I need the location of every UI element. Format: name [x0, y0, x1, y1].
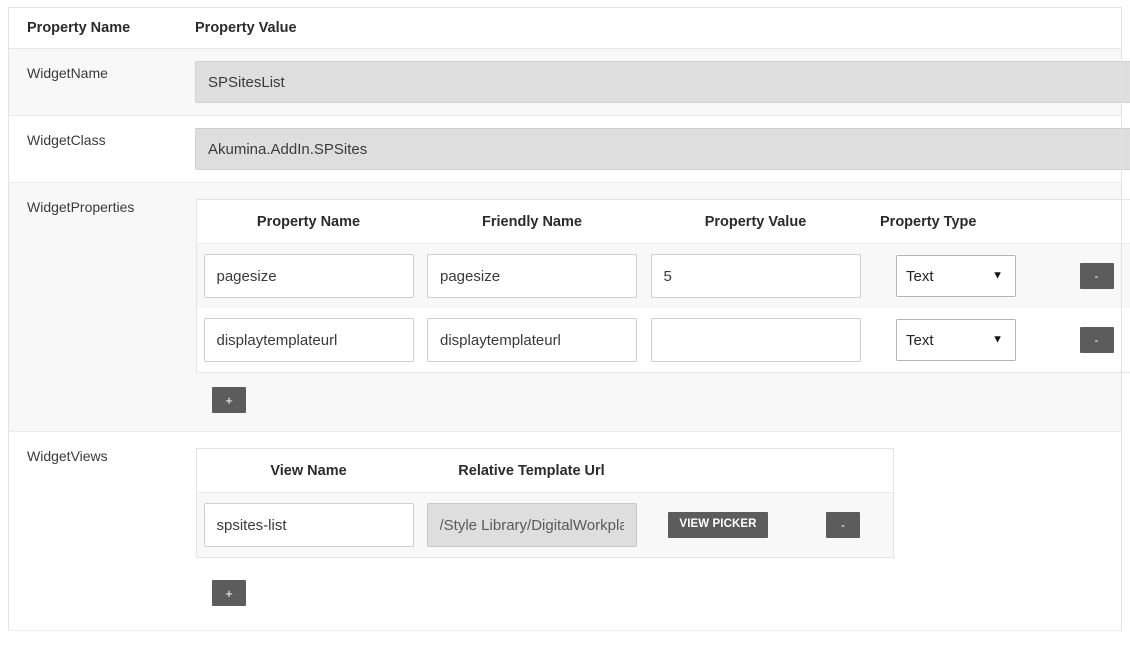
cell-prop-value	[644, 244, 867, 309]
label-widget-class: WidgetClass	[9, 116, 191, 183]
table-row: Text ▼ -	[197, 244, 1130, 309]
cell-prop-actions: -	[1045, 308, 1130, 373]
prop-name-input-1[interactable]	[204, 318, 414, 362]
prop-name-input-0[interactable]	[204, 254, 414, 298]
add-property-button[interactable]: +	[212, 387, 246, 413]
cell-prop-type: Text ▼	[867, 308, 1045, 373]
widget-name-input[interactable]	[195, 61, 1130, 103]
table-row: VIEW PICKER -	[197, 493, 894, 558]
cell-widget-properties-grid: Property Name Friendly Name Property Val…	[190, 183, 1122, 432]
add-property-row: +	[196, 373, 1121, 431]
outer-header-row: Property Name Property Value	[9, 8, 1122, 49]
view-picker-button-0[interactable]: VIEW PICKER	[668, 512, 767, 538]
header-prop-name: Property Name	[197, 200, 421, 244]
widget-properties-wrap: Property Name Friendly Name Property Val…	[190, 183, 1121, 431]
widget-properties-header-row: Property Name Friendly Name Property Val…	[197, 200, 1130, 244]
remove-property-button-1[interactable]: -	[1080, 327, 1114, 353]
remove-view-button-0[interactable]: -	[826, 512, 860, 538]
cell-view-actions: -	[793, 493, 894, 558]
header-view-name: View Name	[197, 449, 421, 493]
cell-prop-name	[197, 244, 421, 309]
friendly-name-input-1[interactable]	[427, 318, 637, 362]
view-name-input-0[interactable]	[204, 503, 414, 547]
add-view-row: +	[196, 558, 1121, 630]
cell-prop-value	[644, 308, 867, 373]
label-widget-properties: WidgetProperties	[9, 183, 191, 432]
cell-widget-class-value	[190, 116, 1122, 183]
widget-views-header-row: View Name Relative Template Url	[197, 449, 894, 493]
header-view-picker	[643, 449, 793, 493]
header-friendly-name: Friendly Name	[420, 200, 644, 244]
prop-value-input-0[interactable]	[651, 254, 861, 298]
widget-properties-grid-head: Property Name Friendly Name Property Val…	[197, 200, 1130, 244]
widget-views-grid-head: View Name Relative Template Url	[197, 449, 894, 493]
widget-views-grid: View Name Relative Template Url	[196, 448, 894, 558]
row-widget-name: WidgetName	[9, 49, 1122, 116]
cell-prop-name	[197, 308, 421, 373]
cell-friendly-name	[420, 308, 644, 373]
cell-relative-template-url	[420, 493, 643, 558]
cell-prop-type: Text ▼	[867, 244, 1045, 309]
widget-views-wrap: View Name Relative Template Url	[190, 432, 1121, 630]
header-relative-template-url: Relative Template Url	[420, 449, 643, 493]
widget-properties-table: Property Name Property Value WidgetName …	[8, 7, 1122, 631]
header-prop-value: Property Value	[644, 200, 867, 244]
prop-type-select-0[interactable]: Text	[896, 255, 1016, 297]
widget-properties-grid: Property Name Friendly Name Property Val…	[196, 199, 1130, 373]
prop-value-input-1[interactable]	[651, 318, 861, 362]
header-property-value: Property Value	[190, 8, 1122, 49]
prop-type-select-shell-1: Text ▼	[896, 319, 1016, 361]
outer-table-body: WidgetName WidgetClass WidgetProperties	[9, 49, 1122, 631]
row-widget-class: WidgetClass	[9, 116, 1122, 183]
prop-type-select-shell-0: Text ▼	[896, 255, 1016, 297]
friendly-name-input-0[interactable]	[427, 254, 637, 298]
widget-properties-grid-body: Text ▼ -	[197, 244, 1130, 373]
relative-template-url-input-0[interactable]	[427, 503, 637, 547]
remove-property-button-0[interactable]: -	[1080, 263, 1114, 289]
header-prop-actions	[1045, 200, 1130, 244]
header-prop-type: Property Type	[867, 200, 1045, 244]
header-view-actions	[793, 449, 894, 493]
add-view-button[interactable]: +	[212, 580, 246, 606]
cell-view-picker: VIEW PICKER	[643, 493, 793, 558]
prop-type-select-1[interactable]: Text	[896, 319, 1016, 361]
table-row: Text ▼ -	[197, 308, 1130, 373]
label-widget-views: WidgetViews	[9, 432, 191, 631]
cell-friendly-name	[420, 244, 644, 309]
row-widget-properties: WidgetProperties Property Name Friendly …	[9, 183, 1122, 432]
widget-property-editor: Property Name Property Value WidgetName …	[0, 7, 1130, 667]
outer-table-head: Property Name Property Value	[9, 8, 1122, 49]
cell-view-name	[197, 493, 421, 558]
row-widget-views: WidgetViews View Name Relative Template …	[9, 432, 1122, 631]
widget-views-grid-body: VIEW PICKER -	[197, 493, 894, 558]
header-property-name: Property Name	[9, 8, 191, 49]
widget-class-input[interactable]	[195, 128, 1130, 170]
cell-widget-name-value	[190, 49, 1122, 116]
cell-widget-views-grid: View Name Relative Template Url	[190, 432, 1122, 631]
label-widget-name: WidgetName	[9, 49, 191, 116]
cell-prop-actions: -	[1045, 244, 1130, 309]
